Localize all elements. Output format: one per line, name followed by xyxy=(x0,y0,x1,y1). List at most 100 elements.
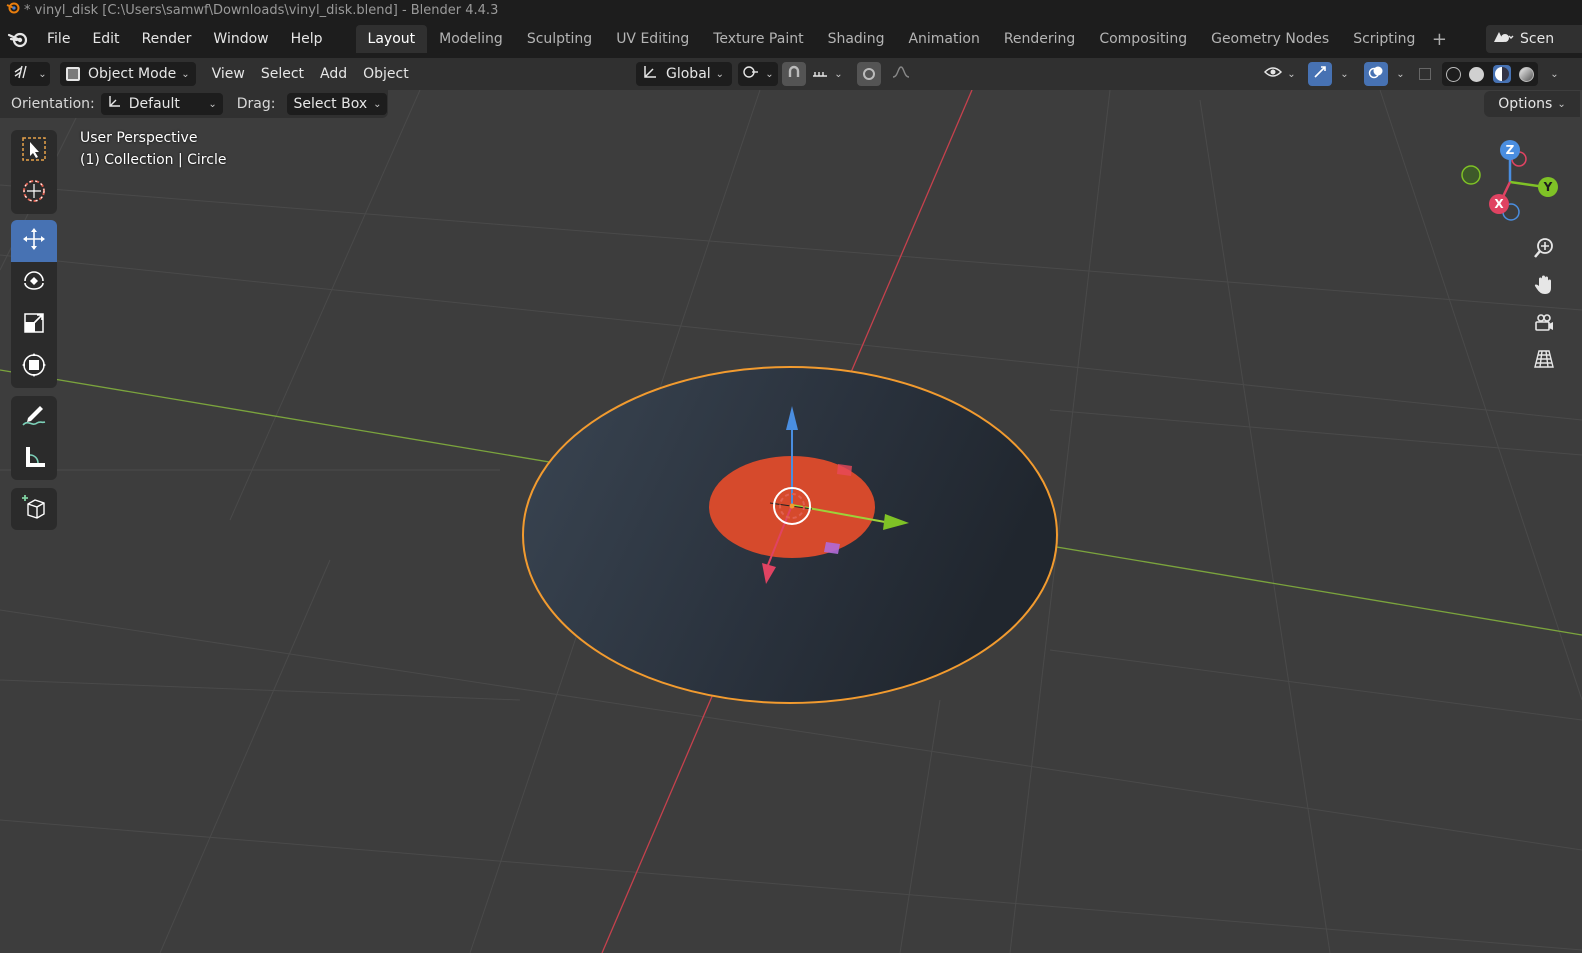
tab-animation[interactable]: Animation xyxy=(896,25,991,53)
pivot-point-button[interactable]: ⌄ xyxy=(738,62,778,86)
xray-icon xyxy=(1419,68,1431,80)
tab-geometry-nodes[interactable]: Geometry Nodes xyxy=(1199,25,1341,53)
options-label: Options xyxy=(1498,96,1553,112)
editor-type-button[interactable]: ⌄ xyxy=(10,62,50,86)
scene-selector[interactable]: Scen xyxy=(1486,25,1582,53)
workspace-tabs: Layout Modeling Sculpting UV Editing Tex… xyxy=(355,25,1452,53)
tab-compositing[interactable]: Compositing xyxy=(1087,25,1199,53)
transform-tool[interactable] xyxy=(11,346,57,388)
add-workspace-button[interactable]: + xyxy=(1427,29,1451,50)
move-tool[interactable] xyxy=(11,220,57,262)
xray-toggle[interactable] xyxy=(1414,62,1436,86)
material-shading-icon[interactable] xyxy=(1492,65,1511,83)
cursor-tool[interactable] xyxy=(11,172,57,214)
tab-rendering[interactable]: Rendering xyxy=(992,25,1088,53)
add-cube-tool[interactable] xyxy=(11,488,57,530)
editor-type-icon xyxy=(13,64,33,84)
chevron-down-icon: ⌄ xyxy=(1287,68,1296,80)
view-name: User Perspective xyxy=(80,130,198,146)
rotate-tool[interactable] xyxy=(11,262,57,304)
tab-sculpting[interactable]: Sculpting xyxy=(515,25,604,53)
chevron-down-icon: ⌄ xyxy=(181,68,190,80)
drag-dropdown[interactable]: Select Box ⌄ xyxy=(287,93,388,115)
x-axis-label: X xyxy=(1494,197,1504,211)
falloff-button[interactable] xyxy=(884,62,918,86)
menu-render[interactable]: Render xyxy=(131,26,203,52)
chevron-down-icon: ⌄ xyxy=(38,68,47,80)
drag-value: Select Box xyxy=(293,96,368,112)
snap-increment-icon xyxy=(811,65,829,83)
menu-file[interactable]: File xyxy=(36,26,81,52)
rendered-shading-icon[interactable] xyxy=(1518,66,1534,82)
projection-toggle[interactable] xyxy=(1528,345,1560,377)
menu-window[interactable]: Window xyxy=(202,26,279,52)
pan-button[interactable] xyxy=(1528,271,1560,303)
negative-y-axis-icon[interactable] xyxy=(1461,165,1481,185)
overlays-options[interactable]: ⌄ xyxy=(1390,62,1406,86)
blender-window: * vinyl_disk [C:\Users\samwf\Downloads\v… xyxy=(0,0,1582,953)
measure-tool[interactable] xyxy=(11,438,57,480)
tab-shading[interactable]: Shading xyxy=(816,25,897,53)
solid-shading-icon[interactable] xyxy=(1469,66,1485,82)
chevron-down-icon: ⌄ xyxy=(373,98,382,110)
proportional-editing-toggle[interactable] xyxy=(857,62,881,86)
mode-selector[interactable]: Object Mode ⌄ xyxy=(60,62,196,86)
chevron-down-icon: ⌄ xyxy=(208,98,217,110)
scene-name: Scen xyxy=(1520,31,1555,47)
viewport-header: ⌄ Object Mode ⌄ View Select Add Object G… xyxy=(0,58,1582,90)
gizmo-options[interactable]: ⌄ xyxy=(1334,62,1350,86)
visibility-button[interactable]: ⌄ xyxy=(1258,62,1302,86)
snap-toggle[interactable] xyxy=(782,62,806,86)
chevron-down-icon: ⌄ xyxy=(1340,68,1349,80)
orientation-dropdown[interactable]: Default ⌄ xyxy=(100,93,223,115)
scale-tool[interactable] xyxy=(11,304,57,346)
snap-target-button[interactable]: ⌄ xyxy=(808,62,846,86)
shading-options[interactable]: ⌄ xyxy=(1542,62,1562,86)
select-box-tool[interactable] xyxy=(11,130,57,172)
tab-texture-paint[interactable]: Texture Paint xyxy=(701,25,815,53)
drag-label: Drag: xyxy=(236,96,276,112)
menu-view[interactable]: View xyxy=(204,62,253,86)
wireframe-shading-icon[interactable] xyxy=(1446,66,1462,82)
title-bar: * vinyl_disk [C:\Users\samwf\Downloads\v… xyxy=(0,0,1582,20)
menu-add[interactable]: Add xyxy=(312,62,355,86)
orientation-value: Default xyxy=(128,96,180,112)
menu-edit[interactable]: Edit xyxy=(81,26,130,52)
options-button[interactable]: Options ⌄ xyxy=(1484,91,1580,117)
3d-viewport[interactable]: User Perspective (1) Collection | Circle xyxy=(0,90,1582,953)
camera-view-button[interactable] xyxy=(1528,309,1560,341)
zoom-button[interactable] xyxy=(1528,234,1560,266)
orientation-axes-icon xyxy=(107,95,121,113)
tab-uv-editing[interactable]: UV Editing xyxy=(604,25,701,53)
transform-orientation-dropdown[interactable]: Global ⌄ xyxy=(636,62,732,86)
chevron-down-icon: ⌄ xyxy=(1550,68,1559,80)
blender-menu-icon[interactable] xyxy=(0,26,36,52)
tab-scripting[interactable]: Scripting xyxy=(1341,25,1427,53)
tab-layout[interactable]: Layout xyxy=(355,25,428,53)
menu-help[interactable]: Help xyxy=(280,26,334,52)
blender-logo-icon xyxy=(6,1,20,19)
window-title: * vinyl_disk [C:\Users\samwf\Downloads\v… xyxy=(24,2,499,18)
navigation-gizmo[interactable]: Z Y X xyxy=(1455,135,1565,230)
mode-label: Object Mode xyxy=(88,66,177,82)
viewport-scene[interactable] xyxy=(0,90,1582,953)
tab-modeling[interactable]: Modeling xyxy=(427,25,515,53)
chevron-down-icon: ⌄ xyxy=(765,68,774,80)
shading-modes xyxy=(1442,62,1538,86)
menu-object[interactable]: Object xyxy=(355,62,417,86)
camera-icon xyxy=(1533,312,1555,338)
falloff-curve-icon xyxy=(892,65,910,83)
cursor-icon xyxy=(20,177,48,209)
z-axis-label: Z xyxy=(1506,143,1515,157)
chevron-down-icon: ⌄ xyxy=(1557,98,1566,110)
object-mode-icon xyxy=(66,67,80,81)
menu-select[interactable]: Select xyxy=(253,62,312,86)
transform-icon xyxy=(20,351,48,383)
eye-icon xyxy=(1264,65,1283,83)
magnet-icon xyxy=(787,65,801,83)
select-box-icon xyxy=(20,135,48,167)
overlays-toggle[interactable] xyxy=(1364,62,1388,86)
annotate-tool[interactable] xyxy=(11,396,57,438)
gizmo-toggle[interactable] xyxy=(1308,62,1332,86)
rotate-icon xyxy=(20,267,48,299)
